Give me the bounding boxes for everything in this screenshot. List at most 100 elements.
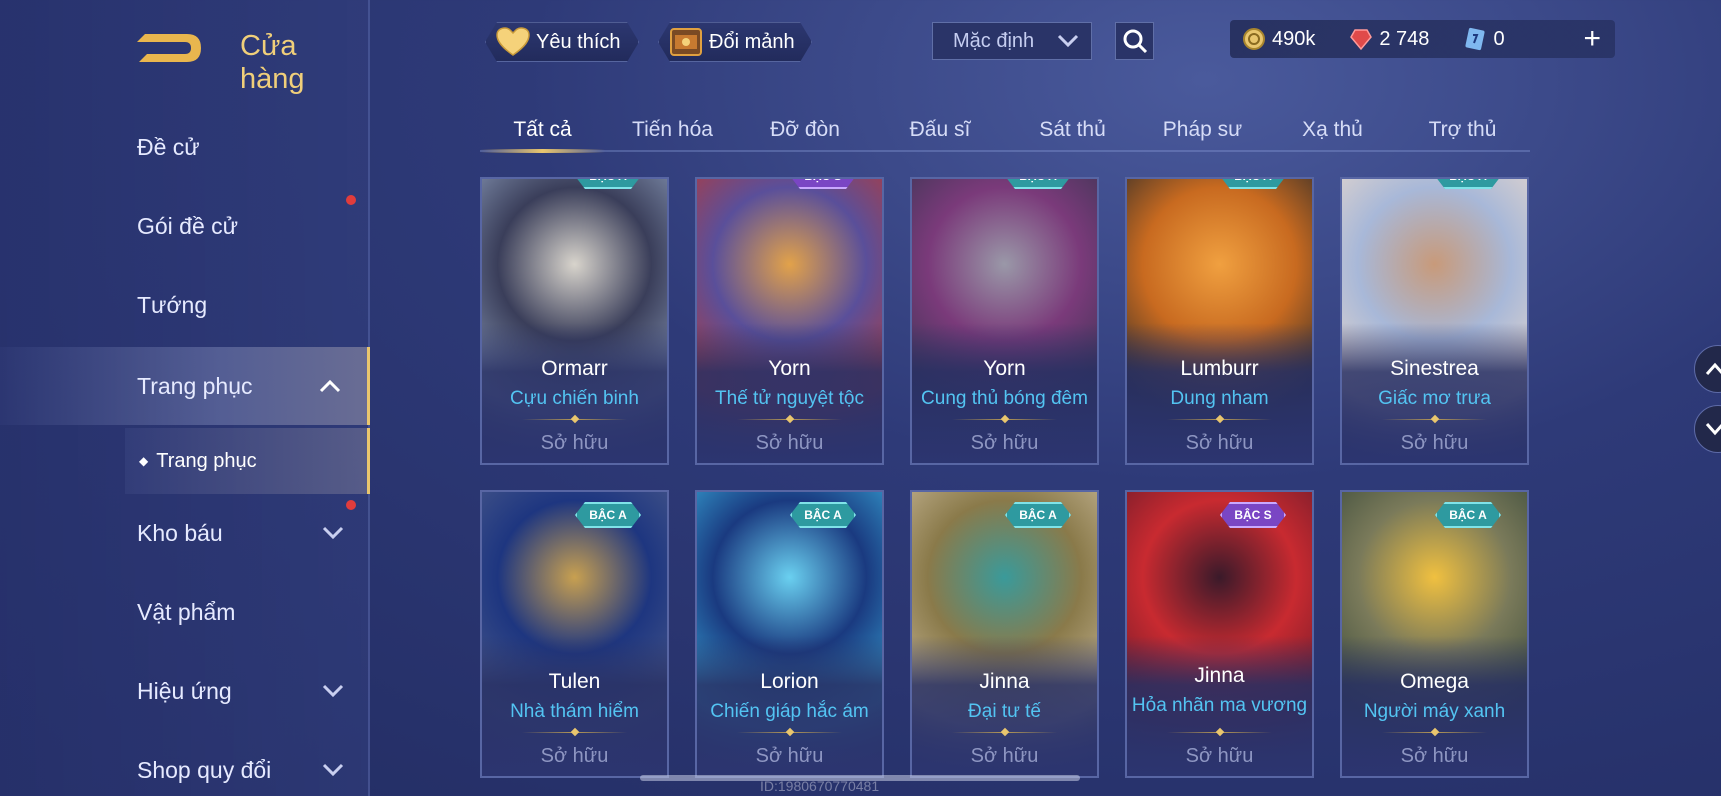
hero-name: Jinna [979,670,1030,693]
sidebar-item-exchange-shop[interactable]: Shop quy đổi [0,731,370,796]
sidebar-item-skins[interactable]: Trang phục [0,347,370,425]
card-divider [952,727,1057,737]
add-currency-button[interactable]: + [1583,24,1601,54]
sidebar-item-label: Tướng [137,291,208,318]
gem-currency: 2 748 [1349,27,1429,51]
chevron-down-icon [322,526,344,540]
sidebar-item-recommended[interactable]: Đề cử [0,108,370,186]
sidebar-item-label: Gói đề cử [137,212,239,239]
tab-assassin[interactable]: Sát thủ [1010,110,1135,150]
skin-grid: BẬC A Ormarr Cựu chiến binh Sở hữu BẬC S… [480,177,1530,796]
hero-name: Yorn [983,357,1026,380]
card-divider [522,727,627,737]
back-button[interactable] [135,28,207,68]
card-divider [952,414,1057,424]
tab-marksman[interactable]: Xạ thủ [1270,110,1395,150]
hero-name: Sinestrea [1390,357,1479,380]
skin-card[interactable]: BẬC A Lorion Chiến giáp hắc ám Sở hữu [695,490,884,778]
sidebar-item-label: Đề cử [137,133,200,160]
skin-name: Cựu chiến binh [510,388,639,409]
currency-bar: 490k 2 748 0 + [1230,20,1615,58]
chevron-down-icon [1705,423,1721,436]
skin-name: Dung nham [1170,388,1269,409]
back-arrow-icon [137,34,201,62]
skin-card[interactable]: BẬC A Tulen Nhà thám hiểm Sở hữu [480,490,669,778]
gold-currency: 490k [1242,27,1315,51]
card-divider [737,414,842,424]
skin-name: Cung thủ bóng đêm [921,388,1088,409]
sidebar-item-label: Vật phẩm [137,598,236,625]
tier-badge: BẬC A [575,177,641,189]
sidebar-item-heroes[interactable]: Tướng [0,266,370,344]
hero-name: Ormarr [541,357,608,380]
card-divider [737,727,842,737]
scroll-down-button[interactable] [1694,405,1721,453]
search-button[interactable] [1115,22,1154,60]
skin-card[interactable]: BẬC A Sinestrea Giấc mơ trưa Sở hữu [1340,177,1529,465]
category-tabs: Tất cả Tiến hóa Đỡ đòn Đấu sĩ Sát thủ Ph… [480,110,1530,153]
voucher-value: 0 [1493,27,1505,50]
card-divider [522,414,627,424]
favorite-label: Yêu thích [536,30,621,53]
skin-card[interactable]: BẬC A Ormarr Cựu chiến binh Sở hữu [480,177,669,465]
skin-card[interactable]: BẬC A Lumburr Dung nham Sở hữu [1125,177,1314,465]
tier-badge: BẬC A [1435,502,1501,528]
hero-name: Omega [1400,670,1469,693]
tab-evolution[interactable]: Tiến hóa [605,110,740,150]
sidebar-item-label: Shop quy đổi [137,756,272,783]
gold-value: 490k [1272,27,1316,50]
owned-status: Sở hữu [755,432,824,454]
page-title: Cửa hàng [240,30,305,95]
sort-value: Mặc định [953,29,1035,52]
chevron-up-icon [319,379,341,393]
sidebar-subitem-label: Trang phục [156,449,257,472]
tier-badge: BẬC A [575,502,641,528]
card-divider [1167,414,1272,424]
owned-status: Sở hữu [1400,432,1469,454]
skin-card[interactable]: BẬC S Jinna Hỏa nhãn ma vương Sở hữu [1125,490,1314,778]
skin-name: Nhà thám hiểm [510,701,639,722]
scroll-up-button[interactable] [1694,345,1721,393]
skin-name: Chiến giáp hắc ám [710,701,869,722]
notification-dot [346,195,356,205]
owned-status: Sở hữu [755,745,824,767]
skin-card[interactable]: BẬC S Yorn Thế tử nguyệt tộc Sở hữu [695,177,884,465]
sidebar-item-effects[interactable]: Hiệu ứng [0,652,370,730]
tier-badge: BẬC A [1005,502,1071,528]
sidebar-subitem-skins[interactable]: ◆ Trang phục [125,428,370,494]
favorite-button[interactable]: Yêu thích [485,22,639,62]
owned-status: Sở hữu [1185,745,1254,767]
tier-badge: BẬC A [1220,177,1286,189]
sidebar-item-recommended-packs[interactable]: Gói đề cử [0,187,370,265]
sidebar-item-treasure[interactable]: Kho báu [0,494,370,572]
sidebar-item-items[interactable]: Vật phẩm [0,573,370,651]
voucher-icon [1465,27,1485,51]
tier-badge: BẬC A [1435,177,1501,189]
voucher-currency: 0 [1463,27,1505,51]
sort-dropdown[interactable]: Mặc định [932,22,1092,60]
heart-icon [496,27,530,57]
skin-card[interactable]: BẬC A Omega Người máy xanh Sở hữu [1340,490,1529,778]
skin-name: Hỏa nhãn ma vương [1131,695,1308,716]
hero-name: Tulen [548,670,601,693]
skin-name: Đại tư tế [968,701,1041,722]
tab-mage[interactable]: Pháp sư [1135,110,1270,150]
skin-card[interactable]: BẬC A Yorn Cung thủ bóng đêm Sở hữu [910,177,1099,465]
owned-status: Sở hữu [540,745,609,767]
tab-fighter[interactable]: Đấu sĩ [870,110,1010,150]
skin-card[interactable]: BẬC A Jinna Đại tư tế Sở hữu [910,490,1099,778]
treasure-chest-icon [669,25,703,59]
tier-badge: BẬC A [790,502,856,528]
tab-support[interactable]: Trợ thủ [1395,110,1530,150]
notification-dot [346,500,356,510]
chevron-down-icon [1057,34,1079,48]
sidebar: Cửa hàng Đề cử Gói đề cử Tướng Trang phụ… [0,0,370,796]
exchange-fragments-button[interactable]: Đổi mảnh [658,22,812,62]
skin-name: Người máy xanh [1363,701,1506,722]
tab-all[interactable]: Tất cả [480,110,605,153]
tab-tank[interactable]: Đỡ đòn [740,110,870,150]
card-divider [1382,414,1487,424]
red-gem-icon [1350,29,1373,51]
owned-status: Sở hữu [970,745,1039,767]
owned-status: Sở hữu [1185,432,1254,454]
